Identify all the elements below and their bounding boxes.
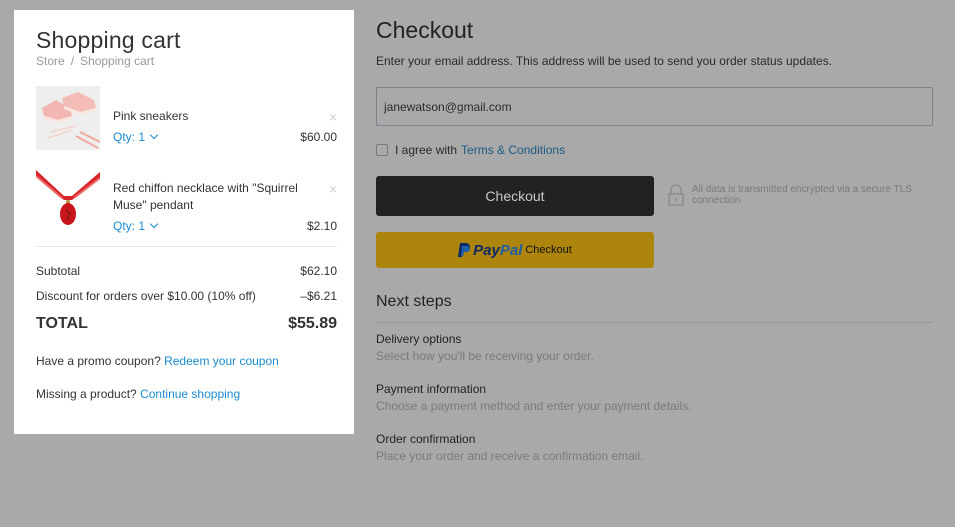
cart-item: Pink sneakers × Qty: 1 $60.00 xyxy=(36,86,337,150)
promo-row: Have a promo coupon? Redeem your coupon xyxy=(36,354,279,368)
quantity-dropdown[interactable]: Qty: 1 xyxy=(113,130,159,144)
discount-label: Discount for orders over $10.00 (10% off… xyxy=(36,289,256,303)
remove-item-icon[interactable]: × xyxy=(329,182,337,196)
step-payment-information: Payment information Choose a payment met… xyxy=(376,382,692,413)
agree-text: I agree with xyxy=(395,143,458,157)
secure-text: All data is transmitted encrypted via a … xyxy=(692,184,912,206)
remove-item-icon[interactable]: × xyxy=(329,110,337,124)
paypal-checkout-label: Checkout xyxy=(525,244,572,256)
paypal-icon xyxy=(458,243,471,257)
subtotal-label: Subtotal xyxy=(36,264,81,278)
quantity-dropdown[interactable]: Qty: 1 xyxy=(113,219,159,233)
cart-title: Shopping cart xyxy=(36,27,181,53)
step-description: Select how you'll be receiving your orde… xyxy=(376,349,594,363)
total-row: TOTAL $55.89 xyxy=(36,315,337,333)
chevron-down-icon xyxy=(149,219,159,229)
next-steps-divider xyxy=(376,322,933,323)
step-delivery-options: Delivery options Select how you'll be re… xyxy=(376,332,594,363)
checkout-button[interactable]: Checkout xyxy=(376,176,654,216)
cart-item-price: $60.00 xyxy=(300,130,337,144)
secure-notice: All data is transmitted encrypted via a … xyxy=(668,184,932,206)
chevron-down-icon xyxy=(149,130,159,140)
paypal-pal-text: Pal xyxy=(499,241,523,259)
step-order-confirmation: Order confirmation Place your order and … xyxy=(376,432,643,463)
step-title: Delivery options xyxy=(376,332,462,346)
missing-product-row: Missing a product? Continue shopping xyxy=(36,387,240,401)
subtotal-value: $62.10 xyxy=(300,264,337,278)
promo-text: Have a promo coupon? xyxy=(36,354,161,368)
product-image-pink-sneakers[interactable] xyxy=(36,86,100,150)
lock-icon xyxy=(668,184,684,206)
step-title: Order confirmation xyxy=(376,432,476,446)
paypal-pay-text: Pay xyxy=(473,241,500,259)
breadcrumb-store[interactable]: Store xyxy=(36,54,65,68)
continue-shopping-link[interactable]: Continue shopping xyxy=(140,387,240,401)
redeem-coupon-link[interactable]: Redeem your coupon xyxy=(164,354,279,368)
checkout-description: Enter your email address. This address w… xyxy=(376,54,833,68)
terms-checkbox[interactable] xyxy=(376,144,388,156)
email-input[interactable] xyxy=(376,87,933,126)
checkout-title: Checkout xyxy=(376,17,474,43)
missing-text: Missing a product? xyxy=(36,387,137,401)
step-description: Place your order and receive a confirmat… xyxy=(376,449,644,463)
next-steps-title: Next steps xyxy=(376,293,452,310)
cart-item-price: $2.10 xyxy=(306,219,337,233)
breadcrumb-separator: / xyxy=(70,54,75,68)
cart-item-name[interactable]: Pink sneakers xyxy=(113,108,313,125)
terms-agreement: I agree with Terms & Conditions xyxy=(376,143,565,157)
cart-item: Red chiffon necklace with "Squirrel Muse… xyxy=(36,166,337,246)
discount-row: Discount for orders over $10.00 (10% off… xyxy=(36,289,337,303)
paypal-checkout-button[interactable]: Pay Pal Checkout xyxy=(376,232,654,268)
discount-value: –$6.21 xyxy=(300,289,337,303)
cart-divider xyxy=(36,246,337,247)
quantity-label: Qty: 1 xyxy=(113,130,146,144)
cart-panel: Shopping cart Store / Shopping cart Pink s… xyxy=(14,10,354,434)
total-value: $55.89 xyxy=(288,315,337,332)
product-image-red-necklace[interactable] xyxy=(36,166,100,230)
step-description: Choose a payment method and enter your p… xyxy=(376,399,692,413)
breadcrumb-current: Shopping cart xyxy=(80,54,155,68)
terms-link[interactable]: Terms & Conditions xyxy=(461,143,565,157)
breadcrumb: Store / Shopping cart xyxy=(36,54,154,68)
cart-item-name[interactable]: Red chiffon necklace with "Squirrel Muse… xyxy=(113,180,313,214)
step-title: Payment information xyxy=(376,382,487,396)
subtotal-row: Subtotal $62.10 xyxy=(36,264,337,278)
quantity-label: Qty: 1 xyxy=(113,219,146,233)
total-label: TOTAL xyxy=(36,315,88,332)
